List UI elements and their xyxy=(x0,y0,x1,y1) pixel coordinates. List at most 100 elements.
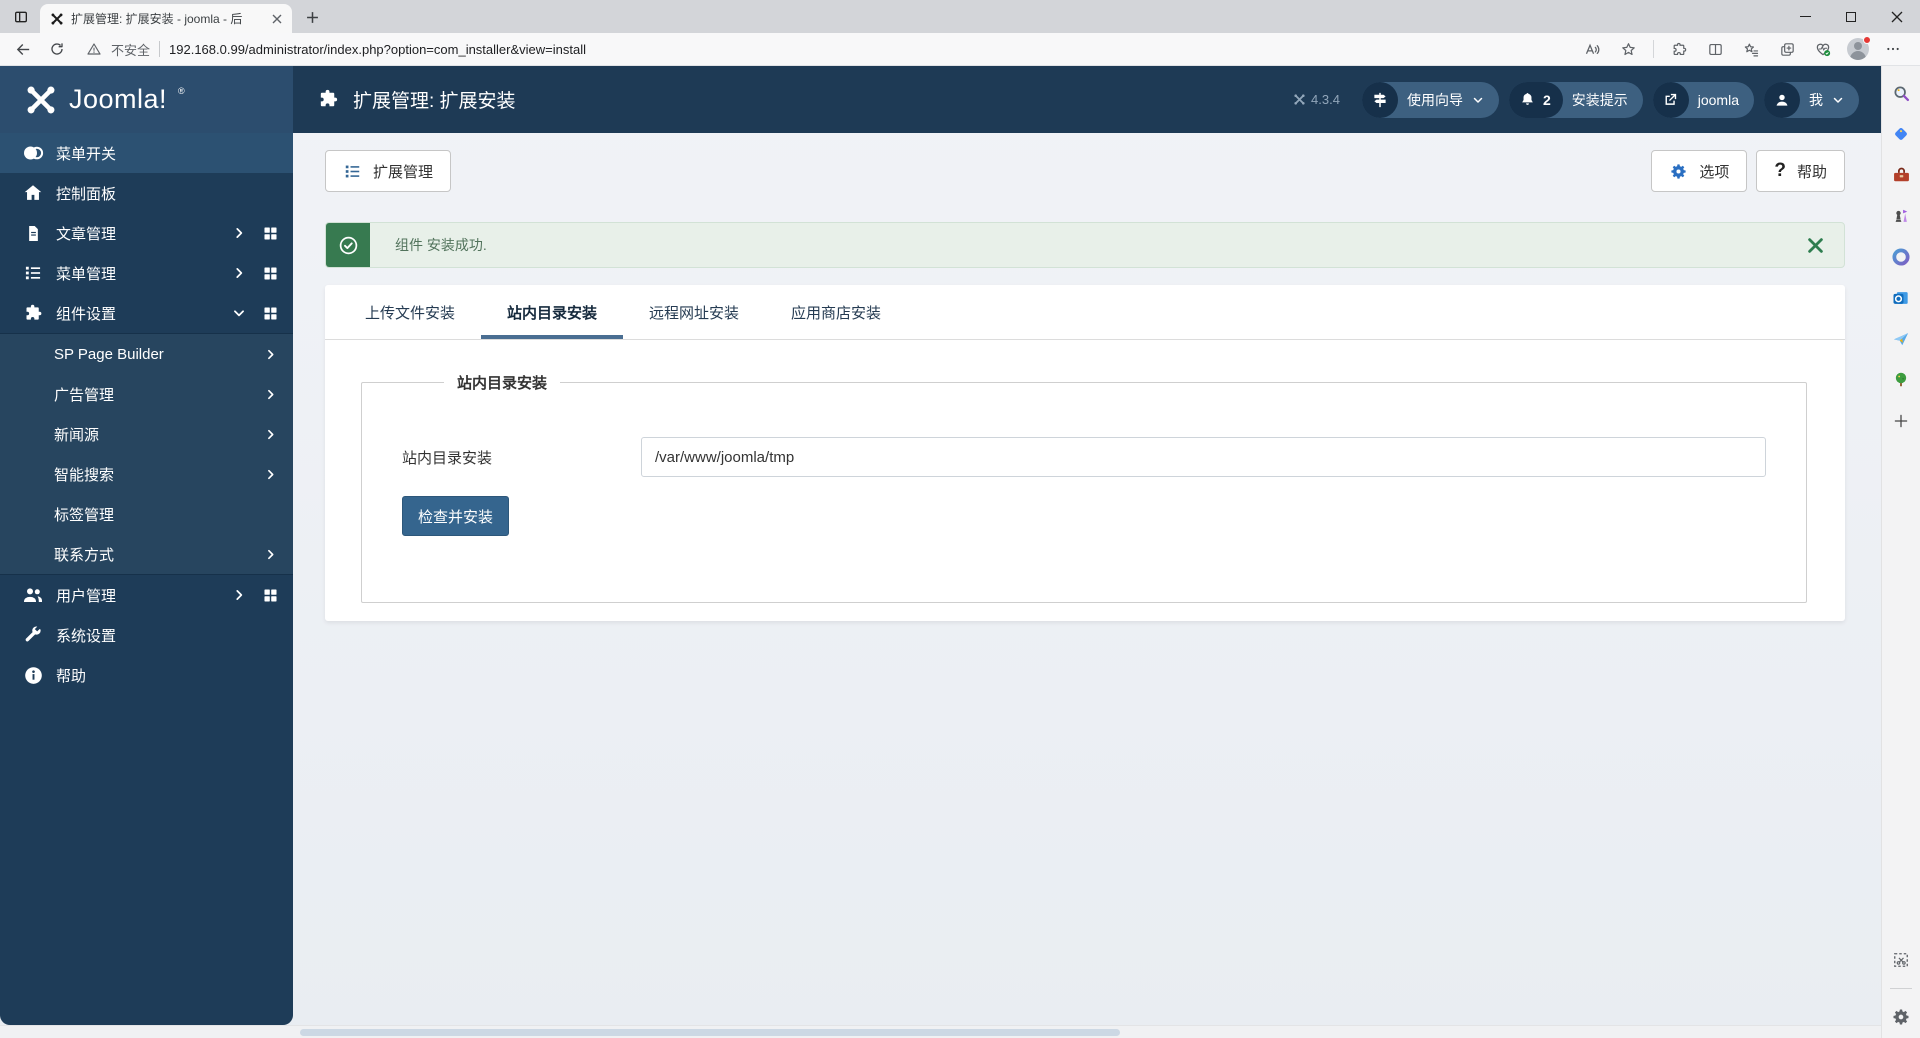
submenu-item-news-feeds[interactable]: 新闻源 xyxy=(0,414,293,454)
collections-button[interactable] xyxy=(1736,35,1766,63)
read-aloud-icon xyxy=(1585,43,1599,54)
refresh-icon xyxy=(51,43,63,55)
extensions-button[interactable] xyxy=(1664,35,1694,63)
notifications-button[interactable]: 2 安装提示 xyxy=(1508,81,1643,118)
browser-essentials-button[interactable] xyxy=(1808,35,1838,63)
submenu-item-tags[interactable]: 标签管理 xyxy=(0,494,293,534)
favorites-button[interactable] xyxy=(1613,35,1643,63)
toolbar-right: 选项 ? 帮助 xyxy=(1651,150,1845,192)
info-icon xyxy=(16,665,50,686)
tab-title: 扩展管理: 扩展安装 - joomla - 后 xyxy=(71,12,243,26)
extensions-manage-button[interactable]: 扩展管理 xyxy=(325,150,452,192)
preview-site-label: joomla xyxy=(1697,91,1739,108)
sidebar-item-menus[interactable]: 菜单管理 xyxy=(0,253,293,293)
alert-close-button[interactable] xyxy=(1786,223,1844,267)
options-button[interactable]: 选项 xyxy=(1651,150,1748,192)
split-screen-button[interactable] xyxy=(1700,35,1730,63)
user-menu-button[interactable]: 我 xyxy=(1764,81,1859,118)
guided-tour-button[interactable]: 使用向导 xyxy=(1361,81,1499,118)
plus-icon xyxy=(306,11,318,23)
joomla-header-bar: 扩展管理: 扩展安装 4.3.4 使用向导 2 安装提示 joomla 我 xyxy=(293,66,1881,133)
sidebar-item-dashboard[interactable]: 控制面板 xyxy=(0,173,293,213)
guided-tour-label: 使用向导 xyxy=(1406,91,1463,108)
joomla-logo-icon xyxy=(27,86,55,113)
folder-install-fieldset: 站内目录安装 站内目录安装 检查并安装 xyxy=(361,372,1807,603)
signpost-icon xyxy=(1361,81,1398,118)
fieldset-legend: 站内目录安装 xyxy=(457,375,548,392)
dashboard-grid-icon[interactable] xyxy=(262,225,279,242)
help-button[interactable]: ? 帮助 xyxy=(1756,150,1845,192)
refresh-button[interactable] xyxy=(42,35,72,63)
submenu-item-contacts[interactable]: 联系方式 xyxy=(0,534,293,574)
users-icon xyxy=(16,583,50,607)
browser-tab[interactable]: 扩展管理: 扩展安装 - joomla - 后 xyxy=(40,4,292,33)
sidebar-item-system[interactable]: 系统设置 xyxy=(0,615,293,655)
outlook-icon[interactable] xyxy=(1888,285,1914,311)
toolbox-icon[interactable] xyxy=(1888,162,1914,188)
minimize-button[interactable] xyxy=(1782,0,1828,33)
submenu-item-banners[interactable]: 广告管理 xyxy=(0,374,293,414)
back-icon xyxy=(16,43,29,55)
extensions-manage-label: 扩展管理 xyxy=(373,163,434,181)
maximize-button[interactable] xyxy=(1828,0,1874,33)
scrollbar-thumb[interactable] xyxy=(300,1029,1120,1036)
tab-upload-package[interactable]: 上传文件安装 xyxy=(339,285,481,339)
copilot-copy-button[interactable] xyxy=(1772,35,1802,63)
folder-path-input[interactable] xyxy=(641,437,1766,477)
question-mark-icon: ? xyxy=(1774,160,1786,181)
search-icon[interactable] xyxy=(1888,80,1914,106)
chevron-right-icon xyxy=(268,429,274,439)
new-tab-button[interactable] xyxy=(298,3,326,31)
star-icon xyxy=(1621,42,1635,55)
add-to-sidebar-icon[interactable] xyxy=(1888,408,1914,434)
sidebar-item-content[interactable]: 文章管理 xyxy=(0,213,293,253)
web-capture-icon[interactable] xyxy=(1888,947,1914,973)
chevron-right-icon xyxy=(268,349,274,359)
dashboard-grid-icon[interactable] xyxy=(262,305,279,322)
check-install-button[interactable]: 检查并安装 xyxy=(402,496,510,536)
puzzle-icon xyxy=(320,89,338,107)
extensions-puzzle-icon xyxy=(1673,42,1686,55)
tab-actions-button[interactable] xyxy=(6,3,36,31)
dashboard-grid-icon[interactable] xyxy=(262,265,279,282)
admin-sidebar: 菜单开关 控制面板 文章管理 菜单管理 组件设置 SP Page Builder… xyxy=(0,133,293,1025)
list-icon xyxy=(16,263,50,283)
address-field[interactable]: 不安全 192.168.0.99/administrator/index.php… xyxy=(76,40,1573,59)
submenu-item-sp-page-builder[interactable]: SP Page Builder xyxy=(0,334,293,374)
sidebar-item-menu-toggle[interactable]: 菜单开关 xyxy=(0,133,293,173)
drop-icon[interactable] xyxy=(1888,326,1914,352)
chevron-right-icon xyxy=(268,469,274,479)
content-area: 扩展管理 选项 ? 帮助 组件 安装成功. 上传文件安装 站内目录安装 远程网址… xyxy=(293,133,1881,1025)
sidebar-item-users[interactable]: 用户管理 xyxy=(0,575,293,615)
toolbar-separator xyxy=(1653,40,1654,58)
stacked-pages-icon xyxy=(1780,42,1794,56)
alert-message: 组件 安装成功. xyxy=(395,237,487,253)
shopping-icon[interactable] xyxy=(1888,121,1914,147)
not-secure-warning-icon xyxy=(87,43,101,55)
preview-site-button[interactable]: joomla xyxy=(1652,81,1754,118)
horizontal-scrollbar[interactable] xyxy=(0,1025,1881,1038)
tab-close-icon[interactable] xyxy=(268,10,286,28)
read-aloud-button[interactable] xyxy=(1577,35,1607,63)
microsoft-365-icon[interactable] xyxy=(1888,244,1914,270)
browser-menu-button[interactable] xyxy=(1878,35,1908,63)
submenu-item-smart-search[interactable]: 智能搜索 xyxy=(0,454,293,494)
tree-icon[interactable] xyxy=(1888,367,1914,393)
success-alert: 组件 安装成功. xyxy=(325,222,1845,268)
close-button[interactable] xyxy=(1874,0,1920,33)
tab-install-from-folder[interactable]: 站内目录安装 xyxy=(481,285,624,339)
profile-alert-dot xyxy=(1863,36,1871,44)
joomla-logo[interactable]: Joomla! ® xyxy=(0,66,293,133)
dashboard-grid-icon[interactable] xyxy=(262,587,279,604)
sidebar-item-help[interactable]: 帮助 xyxy=(0,655,293,695)
window-controls xyxy=(1782,0,1920,33)
sidebar-item-components[interactable]: 组件设置 xyxy=(0,293,293,333)
tab-web-catalog[interactable]: 应用商店安装 xyxy=(765,285,907,339)
games-icon[interactable] xyxy=(1888,203,1914,229)
back-button[interactable] xyxy=(8,35,38,63)
settings-gear-icon[interactable] xyxy=(1888,1004,1914,1030)
minimize-icon xyxy=(1799,15,1811,18)
browser-profile-button[interactable] xyxy=(1844,35,1872,63)
joomla-favicon-icon xyxy=(51,13,63,24)
tab-install-from-url[interactable]: 远程网址安装 xyxy=(623,285,765,339)
